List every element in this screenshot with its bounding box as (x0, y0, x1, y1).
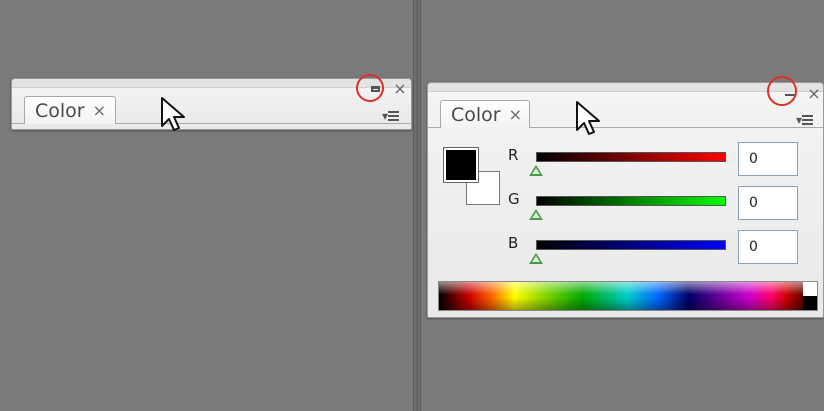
mouse-cursor-icon (161, 97, 185, 131)
menu-arrow-icon: ▾ (796, 113, 802, 127)
close-panel-button[interactable]: × (392, 81, 408, 97)
color-tab-label: Color (451, 103, 501, 126)
green-slider-track[interactable] (536, 196, 726, 206)
panel-title-bar[interactable] (428, 83, 823, 92)
blue-slider-thumb[interactable] (529, 253, 543, 264)
red-channel-label: R (508, 146, 519, 164)
color-tab[interactable]: Color × (24, 96, 116, 124)
blue-value-input[interactable] (738, 230, 798, 264)
menu-arrow-icon: ▾ (382, 109, 388, 123)
panel-menu-icon[interactable]: ▾ (382, 109, 400, 123)
red-value-input[interactable] (738, 142, 798, 176)
color-spectrum-ramp[interactable] (438, 281, 818, 311)
menu-lines-icon (388, 109, 400, 123)
color-tab[interactable]: Color × (440, 100, 530, 128)
red-slider-track[interactable] (536, 152, 726, 162)
tab-close-icon[interactable]: × (509, 105, 522, 124)
green-channel-label: G (508, 190, 520, 208)
color-tab-label: Color (35, 99, 85, 122)
minimize-highlight-circle (767, 76, 797, 106)
color-panel-expanded: Color × × ▾ R G B (427, 82, 824, 318)
tab-close-icon[interactable]: × (93, 101, 106, 120)
fill-color-swatch[interactable] (443, 147, 479, 183)
panel-title-bar[interactable] (12, 79, 411, 88)
spectrum-shading (439, 282, 817, 310)
blue-channel-label: B (508, 234, 519, 252)
split-divider[interactable] (413, 0, 421, 411)
blue-slider-track[interactable] (536, 240, 726, 250)
red-slider-thumb[interactable] (529, 165, 543, 176)
mouse-cursor-icon (576, 101, 600, 135)
color-panel-collapsed: Color × × ▾ (11, 78, 412, 130)
spectrum-black-swatch[interactable] (803, 296, 817, 310)
close-panel-button[interactable]: × (806, 86, 822, 102)
restore-highlight-circle (356, 74, 384, 102)
menu-lines-icon (802, 113, 814, 127)
spectrum-white-swatch[interactable] (803, 282, 817, 296)
panel-menu-icon[interactable]: ▾ (796, 113, 814, 127)
green-slider-thumb[interactable] (529, 209, 543, 220)
green-value-input[interactable] (738, 186, 798, 220)
